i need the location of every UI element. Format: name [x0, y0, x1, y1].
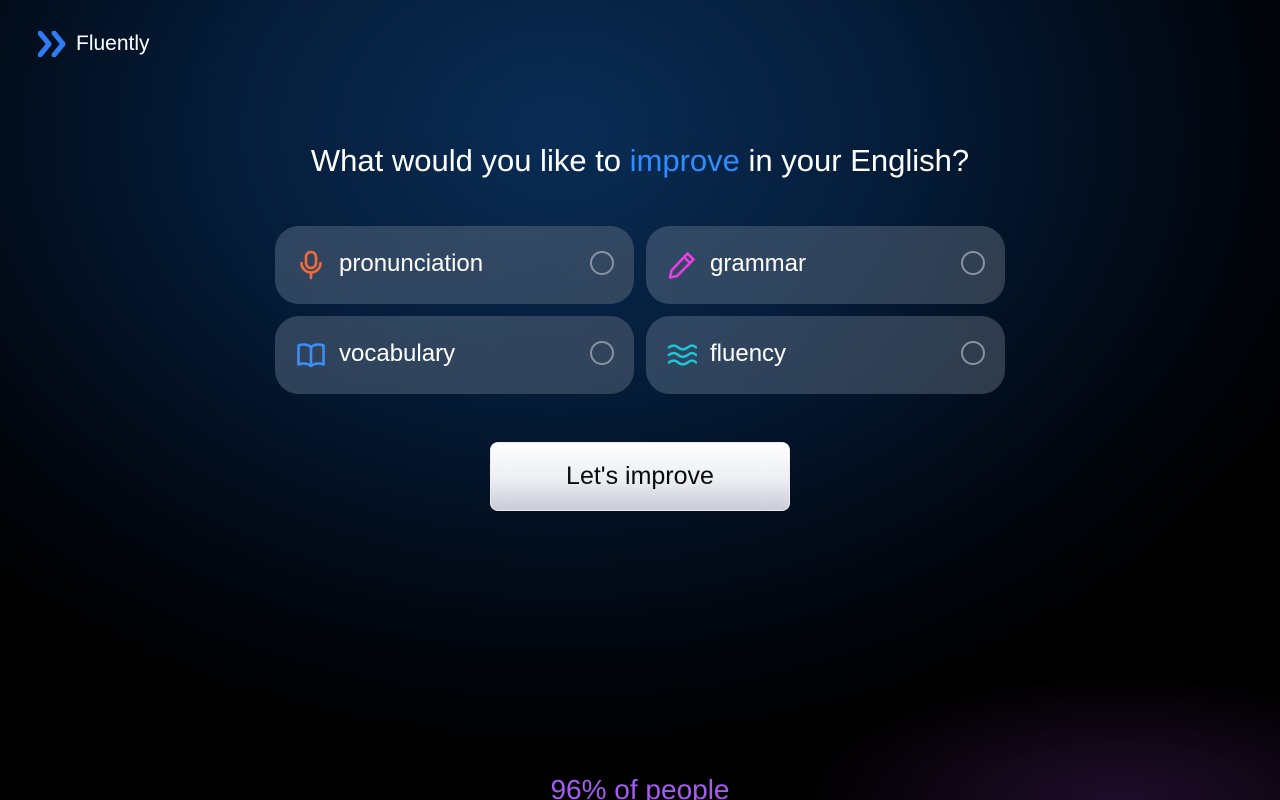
option-radio[interactable]: [961, 251, 985, 275]
brand-name: Fluently: [76, 32, 150, 55]
waves-icon: [667, 340, 697, 370]
option-label: grammar: [710, 250, 807, 277]
option-pronunciation[interactable]: pronunciation: [275, 226, 634, 304]
lets-improve-button[interactable]: Let's improve: [490, 442, 790, 511]
brand-logo[interactable]: Fluently: [38, 31, 150, 57]
improvement-options: pronunciation grammar vocabulary fluency: [275, 226, 1005, 394]
option-grammar[interactable]: grammar: [646, 226, 1005, 304]
page-title: What would you like to improve in your E…: [0, 140, 1280, 182]
option-label: pronunciation: [339, 250, 484, 277]
option-radio[interactable]: [590, 341, 614, 365]
option-fluency[interactable]: fluency: [646, 316, 1005, 394]
pencil-icon: [667, 250, 697, 280]
book-icon: [296, 340, 326, 370]
option-radio[interactable]: [961, 341, 985, 365]
microphone-icon: [296, 250, 326, 280]
social-proof-stat: 96% of people: [550, 774, 730, 800]
headline-accent: improve: [629, 143, 740, 178]
headline-after: in your English?: [739, 143, 970, 178]
option-radio[interactable]: [590, 251, 614, 275]
double-chevron-right-icon: [38, 31, 66, 57]
option-vocabulary[interactable]: vocabulary: [275, 316, 634, 394]
option-label: fluency: [710, 340, 787, 367]
option-label: vocabulary: [339, 340, 456, 367]
headline-before: What would you like to: [310, 143, 630, 178]
